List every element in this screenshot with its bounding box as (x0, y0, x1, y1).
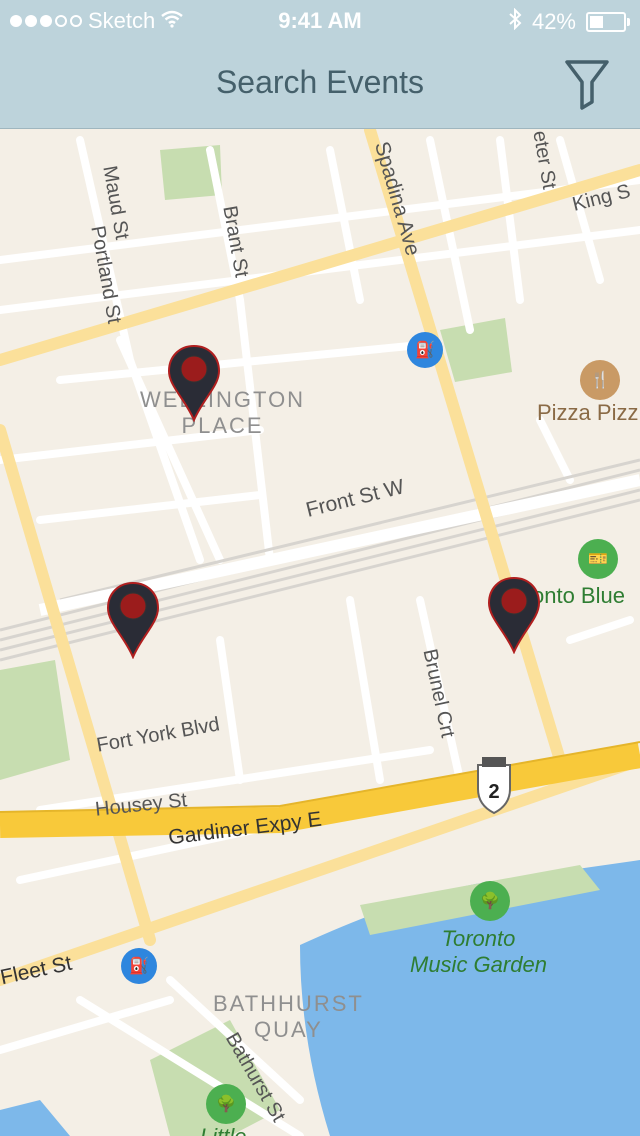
event-marker[interactable] (487, 576, 541, 654)
event-marker[interactable] (106, 581, 160, 659)
gas-station-icon[interactable]: ⛽ (407, 332, 443, 368)
gas-station-icon-2[interactable]: ⛽ (121, 948, 157, 984)
map-pin-icon (106, 581, 160, 659)
area-label-wellington: WELLINGTON PLACE (140, 387, 306, 438)
poi-label-pizza: Pizza Pizz (537, 400, 639, 425)
ticket-icon[interactable]: 🎫 (578, 539, 618, 579)
highway-shield-number: 2 (488, 781, 500, 803)
poi-label-toronto-blue: onto Blue (532, 583, 625, 608)
map-pin-icon (167, 344, 221, 422)
battery-percent: 42% (531, 9, 576, 34)
area-label-music-garden: Toronto Music Garden (410, 926, 547, 977)
restaurant-icon[interactable]: 🍴 (580, 360, 620, 400)
highway-shield-icon: 2 (474, 755, 514, 815)
event-marker[interactable] (167, 344, 221, 422)
battery-icon (586, 12, 630, 32)
status-right-group: 42% (508, 7, 630, 36)
area-label-little: Little (200, 1124, 246, 1136)
filter-funnel-icon (565, 60, 609, 110)
map-view[interactable]: Maud St Brant St Portland St Spadina Ave… (0, 129, 640, 1136)
park-tree-icon-2[interactable]: 🌳 (206, 1084, 246, 1124)
area-label-bathhurst-quay: BATHHURST QUAY (213, 991, 364, 1042)
status-bar: Sketch 9:41 AM 42% (0, 0, 640, 40)
bluetooth-icon (508, 7, 522, 36)
park-tree-icon[interactable]: 🌳 (470, 881, 510, 921)
navigation-bar: Search Events (0, 40, 640, 129)
map-pin-icon (487, 576, 541, 654)
page-title: Search Events (215, 64, 425, 100)
filter-button[interactable] (562, 56, 612, 112)
